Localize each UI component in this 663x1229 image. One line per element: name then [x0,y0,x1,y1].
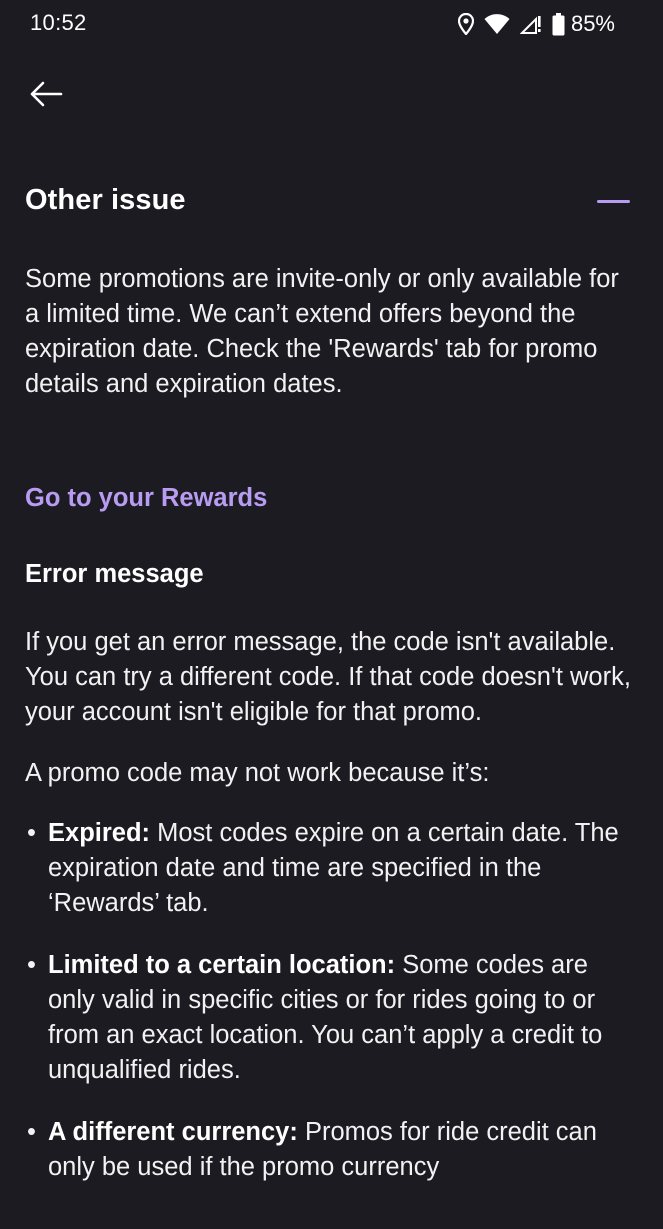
battery-percentage: 85% [570,11,615,36]
reason-term: Expired: [48,819,151,847]
collapse-button[interactable] [591,180,635,224]
status-time: 10:52 [30,10,87,35]
back-button[interactable] [24,74,68,118]
arrow-left-icon [29,81,63,112]
list-item: • Limited to a certain location: Some co… [25,948,637,1088]
section-title: Other issue [25,184,186,216]
minus-icon [597,200,630,203]
bullet: • [27,951,36,979]
section-content: Some promotions are invite-only or only … [25,262,637,1212]
wifi-icon [484,13,510,35]
location-icon [457,13,474,35]
error-message-text: If you get an error message, the code is… [25,628,631,726]
bullet: • [27,819,36,847]
reason-term: A different currency: [48,1118,298,1146]
error-message-heading: Error message [25,560,204,588]
bullet: • [27,1118,36,1146]
battery-icon [552,12,565,36]
reasons-list: • Expired: Most codes expire on a certai… [25,816,637,1185]
signal-icon [519,13,542,35]
intro-text: Some promotions are invite-only or only … [25,265,619,398]
reasons-intro: A promo code may not work because it’s: [25,759,490,787]
list-item: • A different currency: Promos for ride … [25,1115,637,1185]
go-to-rewards-link[interactable]: Go to your Rewards [25,484,267,513]
reason-term: Limited to a certain location: [48,951,396,979]
list-item: • Expired: Most codes expire on a certai… [25,816,637,921]
section-header[interactable]: Other issue [25,180,635,224]
status-icons: 85% [457,11,615,37]
status-bar: 10:52 85% [0,0,663,50]
